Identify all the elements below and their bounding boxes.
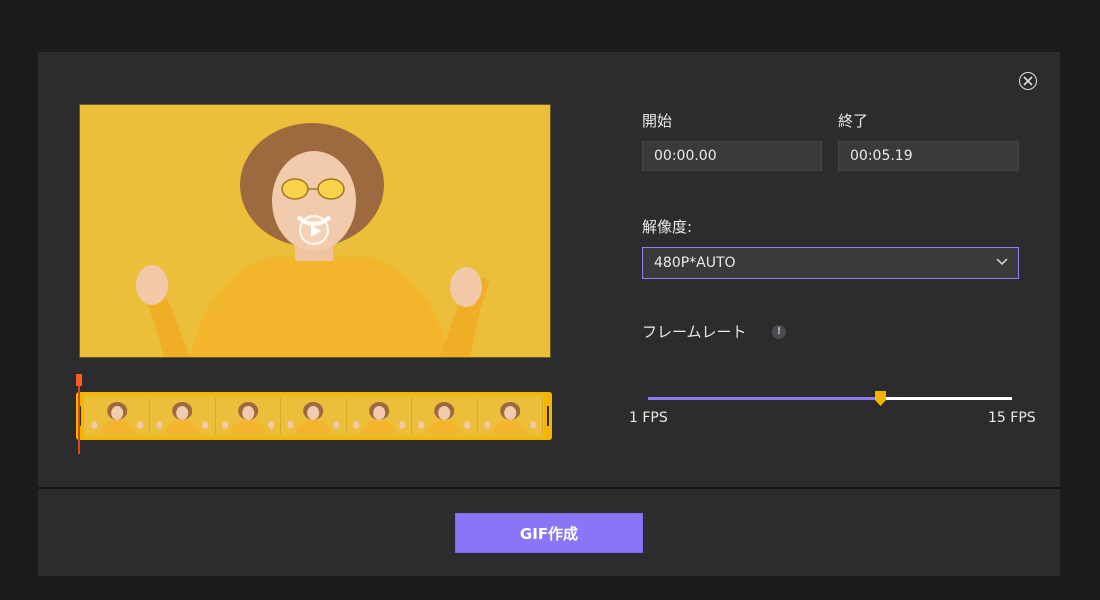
timeline-filmstrip[interactable] (76, 392, 552, 440)
fps-min-label: 1 FPS (629, 410, 668, 426)
frame-rate-slider-thumb[interactable] (875, 391, 887, 406)
filmstrip-frame (281, 398, 347, 434)
close-button[interactable] (1019, 72, 1037, 90)
filmstrip-frame (150, 398, 216, 434)
start-time-field[interactable]: 00:00.00 (642, 141, 822, 171)
create-gif-button[interactable]: GIF作成 (455, 513, 643, 553)
info-icon[interactable]: ! (772, 325, 786, 339)
close-icon (1023, 76, 1033, 86)
playhead-marker[interactable] (76, 374, 82, 386)
filmstrip-frame (412, 398, 478, 434)
end-time-label: 終了 (838, 112, 869, 130)
filmstrip-frame (215, 398, 282, 434)
end-time-field[interactable]: 00:05.19 (838, 141, 1019, 171)
trim-end-handle[interactable] (544, 392, 552, 440)
filmstrip-frames (85, 398, 543, 434)
video-preview[interactable] (79, 104, 551, 358)
frame-rate-slider-fill (648, 397, 881, 400)
resolution-label: 解像度: (642, 218, 693, 236)
gif-maker-dialog: 開始 00:00.00 終了 00:05.19 解像度: 480P*AUTO フ… (38, 52, 1060, 576)
filmstrip-frame (85, 398, 151, 434)
resolution-select[interactable]: 480P*AUTO (642, 247, 1019, 279)
chevron-down-icon (996, 258, 1008, 266)
play-button[interactable] (299, 215, 329, 245)
frame-rate-label: フレームレート (642, 323, 747, 341)
fps-max-label: 15 FPS (988, 410, 1036, 426)
start-time-label: 開始 (642, 112, 673, 130)
frame-rate-slider-track[interactable] (648, 397, 1012, 400)
playhead-line (78, 386, 80, 454)
play-icon (311, 225, 321, 237)
footer-divider (38, 487, 1060, 489)
filmstrip-frame (346, 398, 413, 434)
resolution-selected-value: 480P*AUTO (654, 255, 736, 271)
filmstrip-frame (477, 398, 543, 434)
